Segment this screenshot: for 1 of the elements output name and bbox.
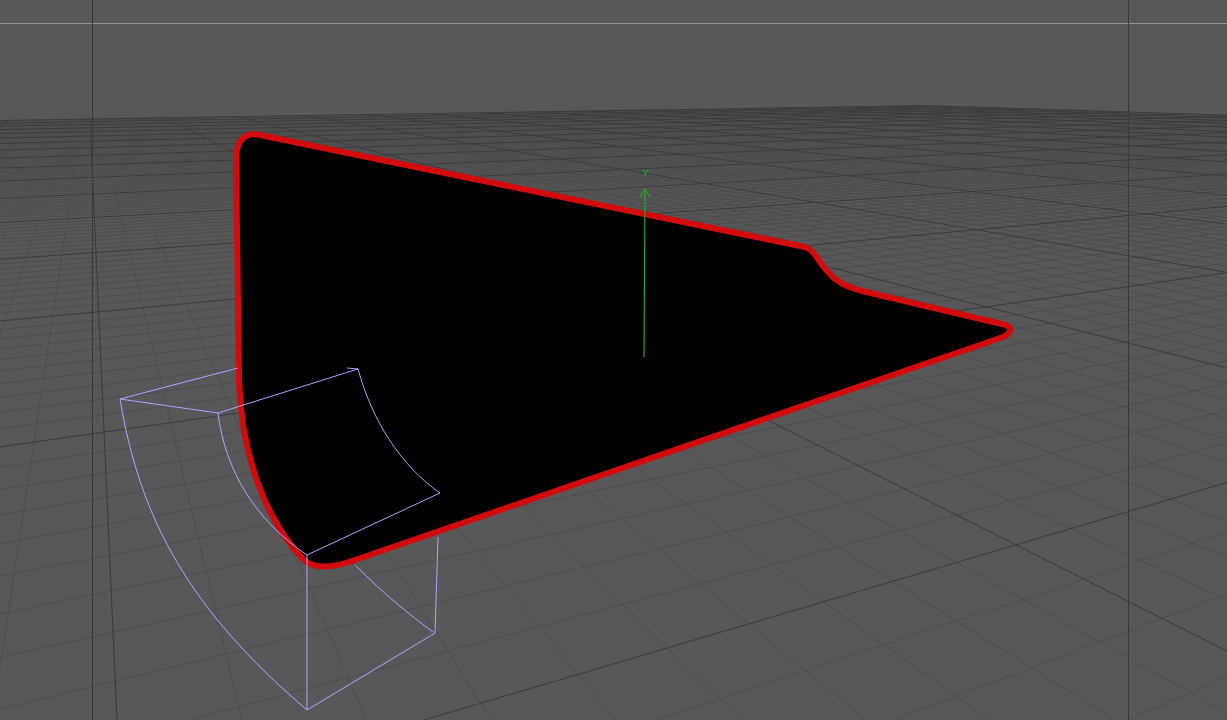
axis-label: Y: [642, 168, 649, 179]
